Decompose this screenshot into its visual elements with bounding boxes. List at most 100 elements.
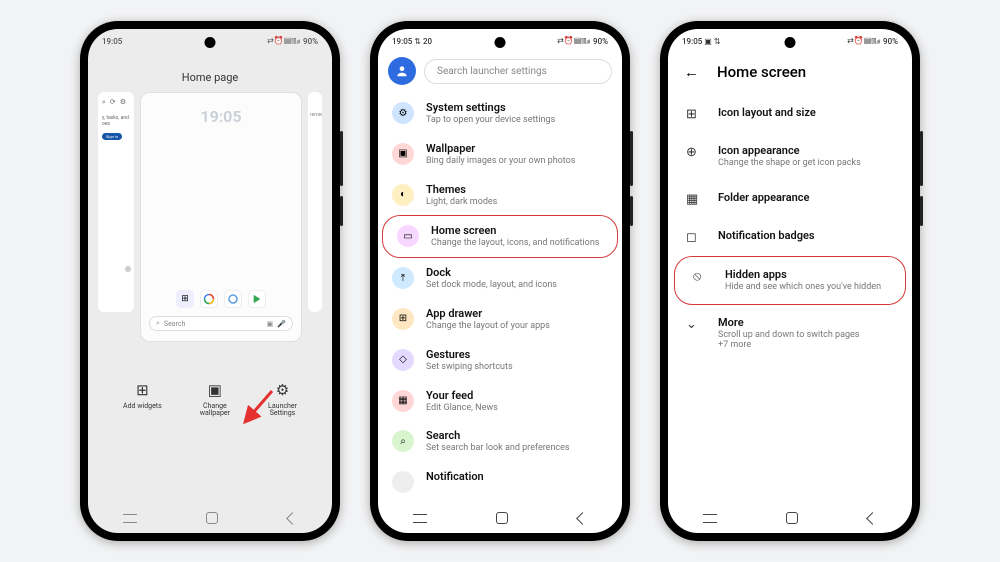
lens-icon[interactable]: ▣ [267, 320, 274, 328]
settings-item-gestures[interactable]: ◇GesturesSet swiping shortcuts [378, 340, 622, 381]
nav-recents[interactable] [413, 514, 427, 523]
settings-item-wallpaper[interactable]: ▣ WallpaperBing daily images or your own … [378, 134, 622, 175]
back-button[interactable]: ← [684, 63, 699, 81]
settings-item-your-feed[interactable]: ▦ Your feedEdit Glance, News [378, 381, 622, 422]
settings-list[interactable]: ⚙System settingsTap to open your device … [378, 93, 622, 503]
gear-icon[interactable]: ⚙ [120, 98, 126, 107]
item-icon: ⌕ [392, 430, 414, 452]
search-icon: ⌕ [156, 319, 160, 328]
status-time: 19:05 ▣ ⇅ [682, 37, 721, 46]
edge-dot [125, 266, 131, 272]
search-placeholder: Search [164, 320, 186, 328]
item-icon [392, 471, 414, 493]
item-icon: ◻ [686, 230, 702, 245]
item-icon: ◐ [392, 184, 414, 206]
app-icon[interactable]: ⊞ [176, 290, 194, 308]
settings-item-dock[interactable]: ⤒ DockSet dock mode, layout, and icons [378, 258, 622, 299]
settings-item-search[interactable]: ⌕ SearchSet search bar look and preferenc… [378, 421, 622, 462]
edge-text: y, tasks, and oes [102, 115, 130, 127]
item-subtitle: Bing daily images or your own photos [426, 156, 608, 167]
add-widgets-button[interactable]: ⊞ Add widgets [123, 382, 162, 418]
launcher-settings-button[interactable]: ⚙ Launcher Settings [268, 382, 297, 418]
home-item-folder-appearance[interactable]: ▦Folder appearance [668, 180, 912, 218]
item-icon: ▦ [686, 192, 702, 207]
status-time: 19:05 ⇅ 20 [392, 37, 432, 46]
item-subtitle: Edit Glance, News [426, 403, 608, 414]
camera-hole [785, 37, 796, 48]
clock-widget: 19:05 [201, 107, 242, 126]
gear-icon: ⚙ [276, 382, 289, 399]
status-right: ⇄ ⏰ ▤ ⫾ ⫾ ₐₗₗ 90% [267, 36, 318, 46]
item-icon: ▦ [392, 390, 414, 412]
item-icon: ⌄ [686, 317, 702, 332]
wallpaper-icon: ▣ [208, 382, 222, 399]
item-icon: ▣ [392, 143, 414, 165]
item-title: Icon appearance [718, 144, 861, 157]
nav-back[interactable] [286, 512, 299, 525]
item-title: App drawer [426, 307, 608, 320]
item-title: System settings [426, 101, 608, 114]
search-bar[interactable]: ⌕ Search ▣ 🎤 [149, 316, 293, 331]
item-icon: ⤒ [392, 267, 414, 289]
battery-pct: 90% [593, 37, 608, 46]
item-title: Hidden apps [725, 268, 881, 281]
right-edge-panel: rements [308, 92, 322, 312]
item-title: Dock [426, 266, 608, 279]
item-title: Search [426, 429, 608, 442]
nav-bar [378, 503, 622, 533]
item-icon: ⚙ [392, 102, 414, 124]
item-subtitle: Set search bar look and preferences [426, 443, 608, 454]
home-item-icon-appearance[interactable]: ⊕Icon appearanceChange the shape or get … [668, 133, 912, 180]
battery-pct: 90% [883, 37, 898, 46]
item-title: Your feed [426, 389, 608, 402]
home-item-more[interactable]: ⌄MoreScroll up and down to switch pages … [668, 305, 912, 363]
battery-pct: 90% [303, 37, 318, 46]
home-item-notification-badges[interactable]: ◻ Notification badges [668, 218, 912, 256]
status-icons: ⇄ ⏰ ▤ ⫾ ⫾ ₐₗₗ [557, 36, 589, 46]
home-item-icon-layout-and-size[interactable]: ⊞Icon layout and size [668, 95, 912, 133]
change-wallpaper-button[interactable]: ▣ Change wallpaper [200, 382, 230, 418]
settings-item-system-settings[interactable]: ⚙System settingsTap to open your device … [378, 93, 622, 134]
settings-item-themes[interactable]: ◐ThemesLight, dark modes [378, 175, 622, 216]
google-icon[interactable] [200, 290, 218, 308]
item-title: Notification badges [718, 229, 815, 242]
nav-back[interactable] [866, 512, 879, 525]
settings-item-notification[interactable]: Notification [378, 462, 622, 501]
mic-icon[interactable]: 🎤 [277, 320, 286, 328]
item-icon: ◇ [392, 349, 414, 371]
home-page-preview[interactable]: 19:05 ⊞ [140, 92, 302, 342]
item-icon: ▭ [397, 225, 419, 247]
nav-bar [668, 503, 912, 533]
status-icons: ⇄ ⏰ ▤ ⫾ ⫾ ₐₗₗ [267, 36, 299, 46]
page-header: ← Home screen [668, 53, 912, 95]
nav-home[interactable] [206, 512, 218, 524]
settings-header: Search launcher settings [378, 53, 622, 93]
sign-in-button[interactable]: Sign in [102, 133, 122, 140]
camera-hole [205, 37, 216, 48]
nav-home[interactable] [786, 512, 798, 524]
profile-avatar[interactable] [388, 57, 416, 85]
swirl-icon[interactable] [224, 290, 242, 308]
status-icons: ⇄ ⏰ ▤ ⫾ ⫾ ₐₗₗ [847, 36, 879, 46]
status-right: ⇄ ⏰ ▤ ⫾ ⫾ ₐₗₗ 90% [557, 36, 608, 46]
item-subtitle: Set dock mode, layout, and icons [426, 280, 608, 291]
screen-3: 19:05 ▣ ⇅ ⇄ ⏰ ▤ ⫾ ⫾ ₐₗₗ 90% ← Home scree… [668, 29, 912, 533]
refresh-icon[interactable]: ⟳ [110, 98, 116, 107]
item-title: Notification [426, 470, 608, 483]
page-title: Home screen [717, 63, 806, 81]
search-icon[interactable]: ⌕ [102, 98, 106, 107]
settings-item-home-screen[interactable]: ▭Home screenChange the layout, icons, an… [382, 215, 618, 258]
play-store-icon[interactable] [248, 290, 266, 308]
item-title: Wallpaper [426, 142, 608, 155]
nav-home[interactable] [496, 512, 508, 524]
settings-item-app-drawer[interactable]: ⊞App drawerChange the layout of your app… [378, 299, 622, 340]
home-screen-list[interactable]: ⊞Icon layout and size⊕Icon appearanceCha… [668, 95, 912, 503]
home-item-hidden-apps[interactable]: ⦸Hidden appsHide and see which ones you'… [674, 256, 906, 305]
nav-back[interactable] [576, 512, 589, 525]
item-title: Icon layout and size [718, 106, 816, 119]
nav-recents[interactable] [703, 514, 717, 523]
left-edge-panel: ⌕ ⟳ ⚙ y, tasks, and oes Sign in [98, 92, 134, 312]
item-subtitle: Hide and see which ones you've hidden [725, 282, 881, 293]
nav-recents[interactable] [123, 514, 137, 523]
settings-search[interactable]: Search launcher settings [424, 59, 612, 84]
